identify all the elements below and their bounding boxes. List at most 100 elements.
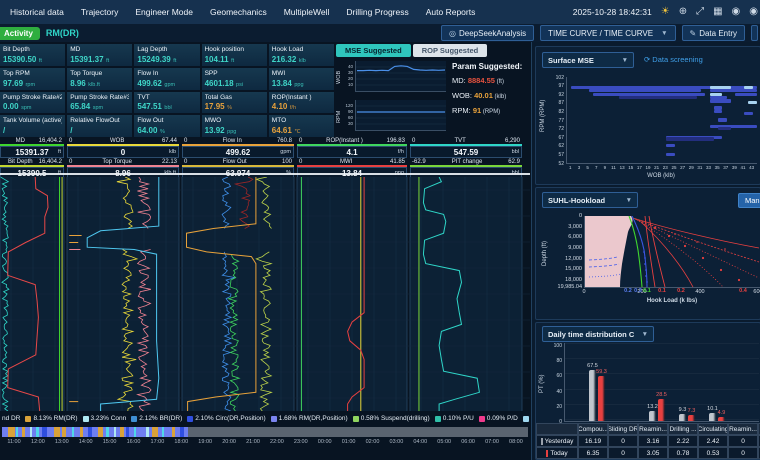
param-suggested-title: Param Suggested: xyxy=(452,62,531,71)
tile-label: ROP(Instant ) xyxy=(272,94,331,101)
tile-mwo: MWO13.92 ppg xyxy=(202,115,267,137)
legend-swatch xyxy=(187,416,193,422)
track-header-wob[interactable]: 0WOB67.440klb0Top Torque22.138.96klb.ft xyxy=(67,137,179,177)
nav-item-multiplewell[interactable]: MultipleWell xyxy=(284,7,330,17)
nav-item-trajectory[interactable]: Trajectory xyxy=(81,7,118,17)
tile-label: Lag Depth xyxy=(137,46,196,53)
scale-max: 196.83 xyxy=(387,138,405,144)
data-entry-button[interactable]: ✎ Data Entry xyxy=(682,25,746,41)
timeline-tick: 12:00 xyxy=(31,439,45,445)
legend-item-0-09[interactable]: 0.09% xyxy=(523,415,530,422)
legend-item-2-10-circ-dr-position[interactable]: 2.10% Circ(DR,Position) xyxy=(187,415,265,422)
axis-tick: 600 xyxy=(753,289,760,295)
scale-max: 41.85 xyxy=(390,159,405,165)
tile-value: 0.00 spm xyxy=(3,102,62,111)
legend-swatch xyxy=(435,416,441,422)
timeline-tick: 16:00 xyxy=(127,439,141,445)
deepseek-analysis-button[interactable]: ◎ DeepSeekAnalysis xyxy=(441,25,534,41)
axis-tick: 39 xyxy=(732,165,737,170)
param-suggested: Param Suggested: MD: 8884.55 (ft)WOB: 40… xyxy=(452,62,531,119)
scale-max: 16,404.2 xyxy=(39,138,62,144)
bar-value-label: 28.5 xyxy=(656,392,667,398)
language-icon[interactable]: ⊕ xyxy=(679,7,687,17)
rpm-mini-chart: RPM 120906030 xyxy=(336,99,448,135)
axis-tick: 3,000 xyxy=(568,224,582,230)
track-header-tvt[interactable]: 0TVT6,290547.59bbl-62.9PIT change62.9bbl xyxy=(410,137,522,177)
legend-item-1-68-rm-dr-position[interactable]: 1.68% RM(DR,Position) xyxy=(271,415,348,422)
friction-factor-label: 0.2 xyxy=(677,288,685,294)
daily-distribution-select[interactable]: Daily time distribution C▼ xyxy=(542,326,654,342)
tile-unit: gpm xyxy=(163,82,175,88)
curve-mode-select[interactable]: TIME CURVE / TIME CURVE ▼ xyxy=(540,25,675,41)
tile-unit: spm xyxy=(20,105,32,111)
legend-item-0-10-p-u[interactable]: 0.10% P/U xyxy=(435,415,474,422)
bar-value-label: 9.3 xyxy=(679,407,687,413)
top-nav: Historical data Trajectory Engineer Mode Ge… xyxy=(0,0,760,24)
tile-tvt: TVT547.51 bbl xyxy=(134,92,199,114)
tile-unit: ft xyxy=(230,58,235,64)
timeline-segment xyxy=(114,427,116,437)
tab-mse-suggested[interactable]: MSE Suggested xyxy=(336,44,411,57)
rpm-chart-area xyxy=(355,100,446,131)
surface-mse-select[interactable]: Surface MSE▼ xyxy=(542,52,634,68)
mse-xlabel: WOB (klb) xyxy=(566,173,756,179)
legend-item-0-09-p-d[interactable]: 0.09% P/D xyxy=(479,415,518,422)
tab-rop-suggested[interactable]: ROP Suggested xyxy=(413,44,488,57)
right-panel: Surface MSE▼ ⟳Data screening RPM (RPM) 1… xyxy=(531,42,760,460)
track-header-flow-in[interactable]: 0Flow In760.8499.62gpm0Flow Out10063.974… xyxy=(182,137,294,177)
tile-value: 15390.50 ft xyxy=(3,55,62,64)
log-plot-area[interactable] xyxy=(0,177,530,411)
legend-item-3-23-conn[interactable]: 3.23% Conn xyxy=(83,415,127,422)
data-screening-link[interactable]: ⟳Data screening xyxy=(644,55,703,64)
tile-flow-out: Flow Out64.00 % xyxy=(134,115,199,137)
axis-tick: 5 xyxy=(586,165,589,170)
axis-tick: 6,000 xyxy=(568,234,582,240)
suhl-select[interactable]: SUHL-Hookload▼ xyxy=(542,192,638,208)
bar-yesterday xyxy=(709,413,716,421)
timeline-segment xyxy=(172,427,175,437)
heatmap-cell xyxy=(666,153,675,156)
nav-item-engineer-mode[interactable]: Engineer Mode xyxy=(135,7,193,17)
grid-icon[interactable]: ▦ xyxy=(713,7,722,17)
legend-item-nd-dr[interactable]: nd DR xyxy=(2,415,20,422)
fullscreen-icon[interactable]: ⤢ xyxy=(696,7,704,17)
nav-item-geomechanics[interactable]: Geomechanics xyxy=(210,7,267,17)
tile-value: 547.51 bbl xyxy=(137,102,196,111)
table-header-sliding-dr: Sliding DR xyxy=(608,423,638,435)
tile-value: 13.92 ppg xyxy=(205,126,264,135)
curve-unit: klb xyxy=(169,149,176,155)
tile-lag-depth: Lag Depth15249.39 ft xyxy=(134,44,199,66)
time-cursor-line[interactable] xyxy=(0,173,530,175)
track-header-md[interactable]: MD16,404.215391.37ftBit Depth16,404.2153… xyxy=(0,137,64,177)
suhl-xtick-labels: 02004006000.20.30.10.10.20.4 xyxy=(584,289,760,296)
track-header-rop-instant[interactable]: 0ROP(Instant )196.834.1f/h0MWI41.8513.84… xyxy=(297,137,407,177)
sun-icon[interactable]: ☀ xyxy=(661,7,670,17)
nav-item-historical-data[interactable]: Historical data xyxy=(10,7,64,17)
axis-tick: 72 xyxy=(558,126,564,132)
partial-icon[interactable]: ◉ xyxy=(749,7,758,17)
axis-tick: 27 xyxy=(680,165,685,170)
legend-label: 0.09% P/D xyxy=(487,415,518,422)
activity-timeline[interactable] xyxy=(2,427,528,437)
curve-unit: gpm xyxy=(280,149,291,155)
data-entry-label: Data Entry xyxy=(699,29,737,38)
axis-tick: 60 xyxy=(348,115,353,120)
legend-item-8-13-rm-dr[interactable]: 8.13% RM(DR) xyxy=(25,415,77,422)
tile-label: Top Torque xyxy=(70,70,129,77)
record-icon[interactable]: ◉ xyxy=(732,7,741,17)
axis-tick: 3 xyxy=(578,165,581,170)
tile-label: Tank Volume (active) xyxy=(3,117,62,124)
manual-button[interactable]: Manu xyxy=(738,193,760,208)
axis-tick: 30 xyxy=(348,121,353,126)
param-value: 40.01 xyxy=(474,91,493,100)
nav-item-drilling-progress[interactable]: Drilling Progress xyxy=(346,7,408,17)
legend-item-0-58-suspend-drilling[interactable]: 0.58% Suspend(drilling) xyxy=(353,415,430,422)
legend-item-2-12-br-dr[interactable]: 2.12% BR(DR) xyxy=(131,415,182,422)
timeline-tick: 13:00 xyxy=(55,439,69,445)
timeline-tick: 00:00 xyxy=(318,439,332,445)
scale-min: -62.9 xyxy=(412,159,426,165)
row-name: Today xyxy=(550,450,567,457)
table-cell: 3.05 xyxy=(638,447,668,459)
nav-item-auto-reports[interactable]: Auto Reports xyxy=(426,7,476,17)
partial-button[interactable] xyxy=(751,25,758,41)
